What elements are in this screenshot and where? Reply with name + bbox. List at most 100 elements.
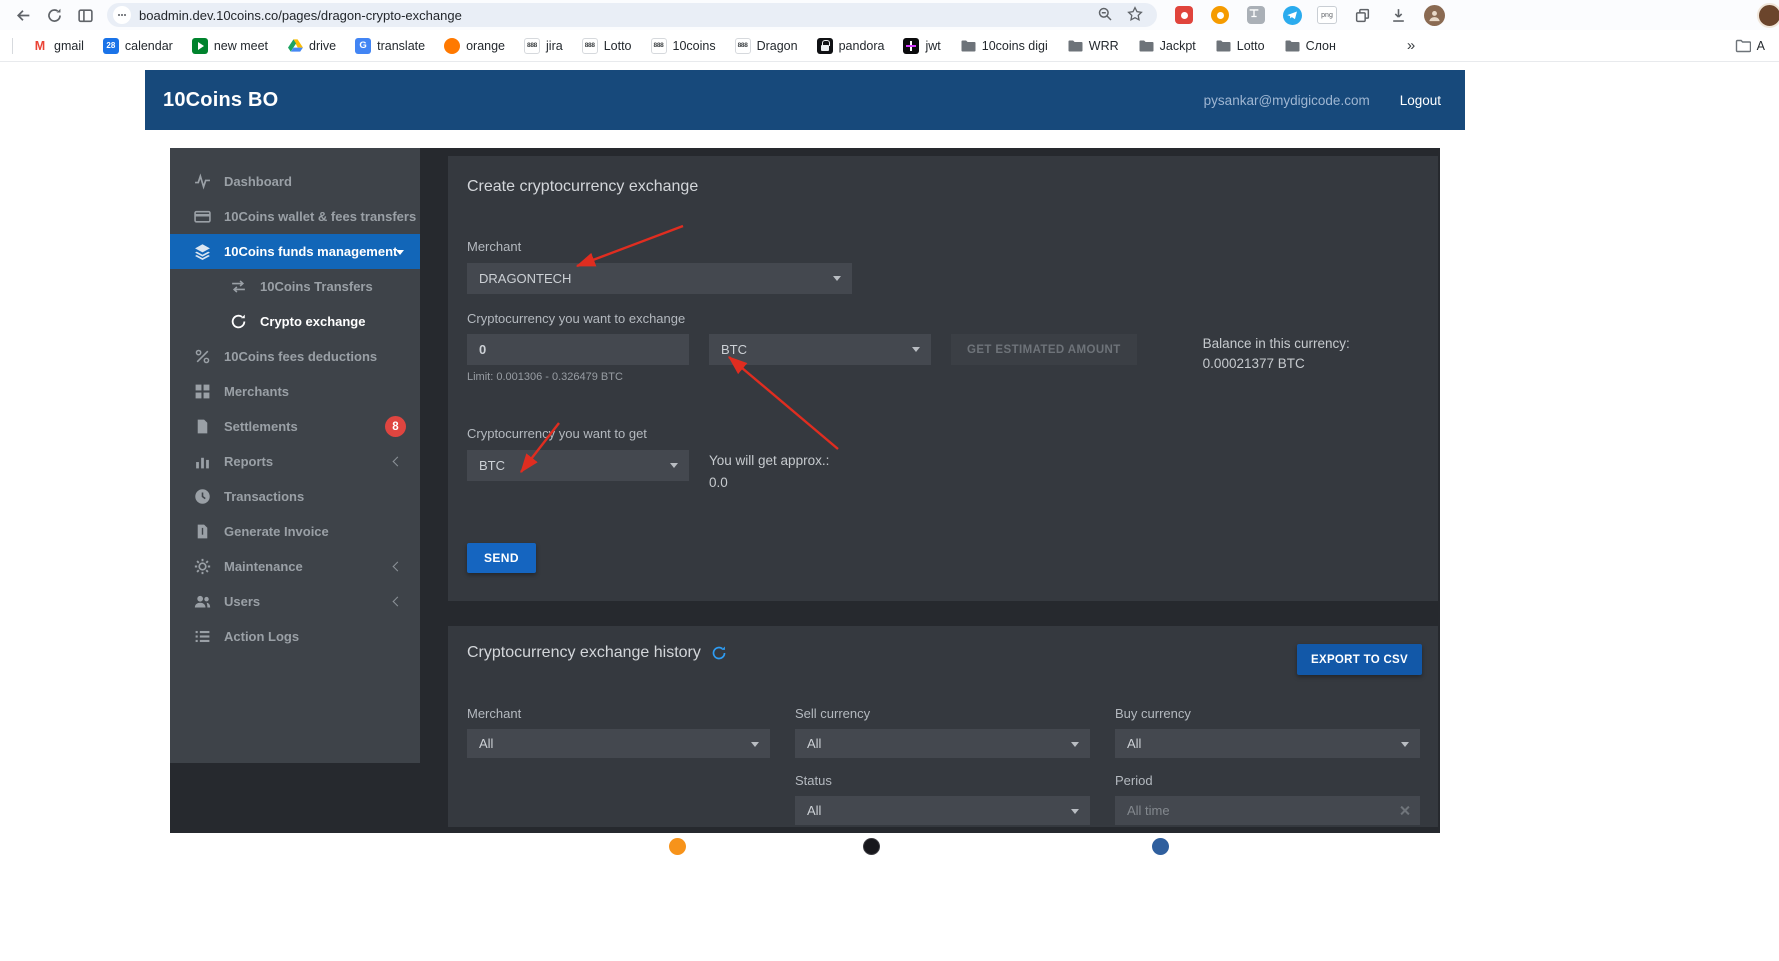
favicon-888-icon: 888: [734, 37, 751, 54]
folder-icon: [1068, 40, 1083, 51]
sidebar-item-merchants[interactable]: Merchants: [170, 374, 420, 409]
orange-icon: [444, 37, 461, 54]
calendar-icon: 28: [102, 37, 119, 54]
bookmarks-bar: gmail 28 calendar new meet drive transla…: [0, 30, 1779, 62]
status-filter-select[interactable]: All: [795, 796, 1090, 825]
bookmark-folder-slon[interactable]: Слон: [1284, 38, 1336, 54]
bookmark-translate[interactable]: translate: [355, 37, 425, 54]
side-panel-icon[interactable]: [72, 2, 98, 28]
user-email: pysankar@mydigicode.com: [1203, 92, 1370, 108]
invoice-icon: [194, 523, 212, 541]
bookmark-dragon[interactable]: 888 Dragon: [734, 37, 798, 54]
reload-icon[interactable]: [41, 2, 67, 28]
bookmark-folder-jackpt[interactable]: Jackpt: [1138, 38, 1196, 54]
extension-avatar-icon[interactable]: [1423, 4, 1445, 26]
folder-icon: [1285, 40, 1300, 51]
sidebar-item-generate-invoice[interactable]: Generate Invoice: [170, 514, 420, 549]
sidebar-item-reports[interactable]: Reports: [170, 444, 420, 479]
bar-chart-icon: [194, 453, 212, 471]
buy-currency-value: BTC: [479, 458, 505, 473]
logout-button[interactable]: Logout: [1400, 93, 1441, 108]
clear-period-icon[interactable]: [1397, 803, 1412, 818]
refresh-history-icon[interactable]: [711, 645, 728, 662]
sidebar-item-maintenance[interactable]: Maintenance: [170, 549, 420, 584]
folder-icon: [961, 40, 976, 51]
bookmark-jwt[interactable]: jwt: [903, 37, 941, 54]
status-filter-label: Status: [795, 773, 832, 788]
extension-png-icon[interactable]: png: [1317, 6, 1337, 24]
translate-icon: [355, 37, 372, 54]
currency-icon-dark: [863, 838, 880, 855]
document-icon: [194, 418, 212, 436]
amount-input[interactable]: [467, 334, 689, 365]
downloads-icon[interactable]: [1387, 4, 1409, 26]
favicon-888-icon: 888: [650, 37, 667, 54]
bookmark-orange[interactable]: orange: [444, 37, 505, 54]
pulse-icon: [194, 173, 212, 191]
period-filter-select[interactable]: All time: [1115, 796, 1420, 825]
profile-avatar[interactable]: [1757, 3, 1779, 28]
period-filter-value: All time: [1127, 803, 1170, 818]
approx-label: You will get approx.:: [709, 453, 830, 468]
bookmark-folder-wrr[interactable]: WRR: [1067, 38, 1119, 54]
bookmark-new-meet[interactable]: new meet: [191, 37, 268, 54]
folder-icon: [1735, 39, 1751, 52]
users-icon: [194, 593, 212, 611]
percent-icon: [194, 348, 212, 366]
balance-info: Balance in this currency: 0.00021377 BTC: [1203, 334, 1350, 374]
gear-icon: [194, 558, 212, 576]
bookmark-star-icon[interactable]: [1127, 6, 1145, 24]
bookmark-drive[interactable]: drive: [287, 38, 336, 54]
merchant-filter-select[interactable]: All: [467, 729, 770, 758]
send-button[interactable]: SEND: [467, 543, 536, 573]
sidebar-item-transactions[interactable]: Transactions: [170, 479, 420, 514]
sidebar-item-settlements[interactable]: Settlements 8: [170, 409, 420, 444]
app-page: 10Coins BO pysankar@mydigicode.com Logou…: [145, 70, 1465, 833]
zoom-icon[interactable]: [1097, 6, 1115, 24]
site-info-icon[interactable]: [113, 6, 131, 24]
buy-currency-select[interactable]: BTC: [467, 450, 689, 481]
extension-red-icon[interactable]: [1173, 4, 1195, 26]
create-exchange-title: Create cryptocurrency exchange: [467, 178, 699, 195]
sell-section-label: Cryptocurrency you want to exchange: [467, 311, 686, 326]
url-bar[interactable]: boadmin.dev.10coins.co/pages/dragon-cryp…: [107, 3, 1157, 27]
sidebar-item-wallet-fees-transfers[interactable]: 10Coins wallet & fees transfers: [170, 199, 420, 234]
get-estimated-amount-button[interactable]: GET ESTIMATED AMOUNT: [951, 334, 1137, 365]
bookmarks-overflow-chevron[interactable]: »: [1407, 37, 1415, 54]
extension-scale-icon[interactable]: [1245, 4, 1267, 26]
sidebar-item-fees-deductions[interactable]: 10Coins fees deductions: [170, 339, 420, 374]
sell-currency-filter-label: Sell currency: [795, 706, 871, 721]
bookmark-jira[interactable]: 888 jira: [524, 37, 563, 54]
bookmark-lotto[interactable]: 888 Lotto: [581, 37, 632, 54]
bookmark-calendar[interactable]: 28 calendar: [102, 37, 173, 54]
approx-info: You will get approx.: 0.0: [709, 450, 829, 494]
bookmark-10coins[interactable]: 888 10coins: [650, 37, 716, 54]
extension-telegram-icon[interactable]: [1281, 4, 1303, 26]
sidebar-item-action-logs[interactable]: Action Logs: [170, 619, 420, 654]
bookmark-gmail[interactable]: gmail: [32, 38, 84, 54]
export-csv-button[interactable]: EXPORT TO CSV: [1297, 644, 1422, 675]
bookmark-pandora[interactable]: pandora: [816, 37, 884, 54]
sell-currency-filter-select[interactable]: All: [795, 729, 1090, 758]
extension-windows-icon[interactable]: [1351, 4, 1373, 26]
merchant-select[interactable]: DRAGONTECH: [467, 263, 852, 294]
bookmark-folder-a[interactable]: A: [1735, 38, 1765, 54]
merchant-select-value: DRAGONTECH: [479, 271, 572, 286]
meet-icon: [191, 37, 208, 54]
sell-currency-select[interactable]: BTC: [709, 334, 931, 365]
back-icon[interactable]: [10, 2, 36, 28]
chevron-left-icon: [392, 456, 403, 467]
sidebar-item-dashboard[interactable]: Dashboard: [170, 164, 420, 199]
buy-currency-filter-select[interactable]: All: [1115, 729, 1420, 758]
bookmark-folder-10coins-digi[interactable]: 10coins digi: [960, 38, 1048, 54]
sync-icon: [230, 313, 248, 331]
bookmark-folder-lotto[interactable]: Lotto: [1215, 38, 1265, 54]
sell-currency-value: BTC: [721, 342, 747, 357]
extension-orange-icon[interactable]: [1209, 4, 1231, 26]
sidebar-item-funds-management[interactable]: 10Coins funds management: [170, 234, 420, 269]
sidebar-item-10coins-transfers[interactable]: 10Coins Transfers: [170, 269, 420, 304]
balance-value: 0.00021377 BTC: [1202, 356, 1305, 371]
sidebar-item-crypto-exchange[interactable]: Crypto exchange: [170, 304, 420, 339]
favicon-888-icon: 888: [524, 37, 541, 54]
sidebar-item-users[interactable]: Users: [170, 584, 420, 619]
